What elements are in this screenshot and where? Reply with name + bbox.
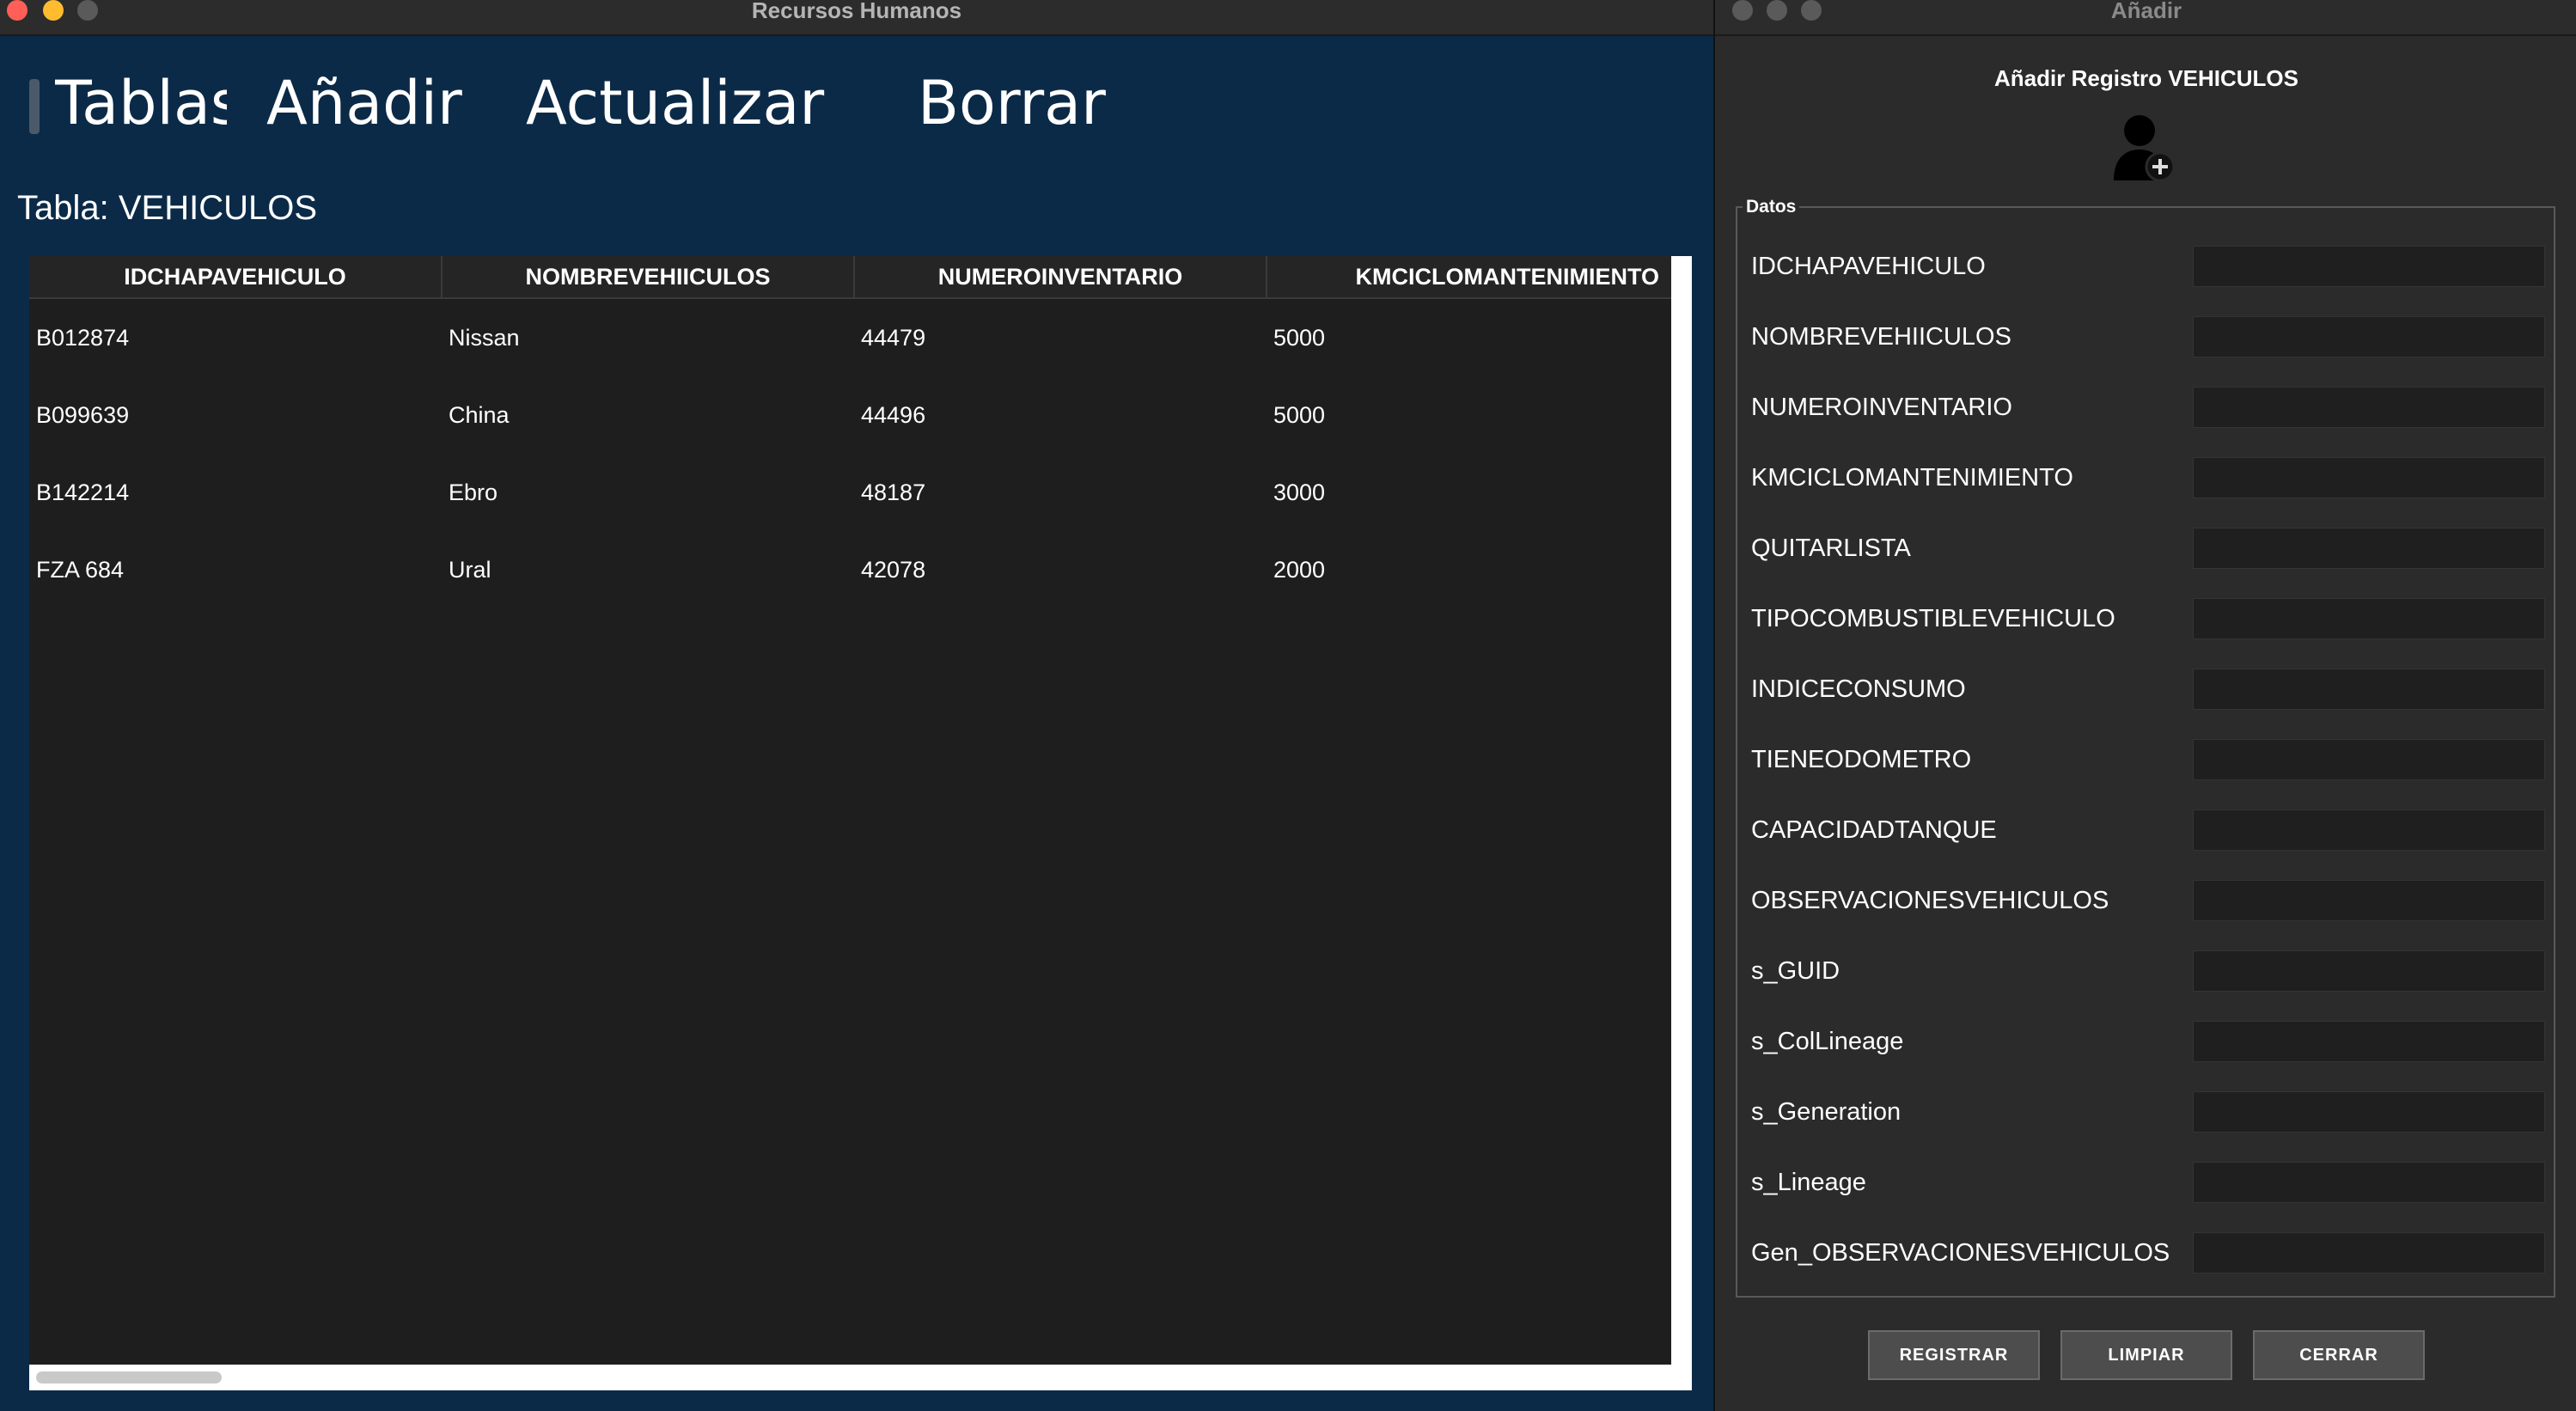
form-row: s_Generation xyxy=(1737,1088,2554,1136)
form-row: OBSERVACIONESVEHICULOS xyxy=(1737,877,2554,925)
register-button[interactable]: REGISTRAR xyxy=(1868,1330,2040,1380)
table-header-row: IDCHAPAVEHICULO NOMBREVEHIICULOS NUMEROI… xyxy=(29,256,1671,299)
field-label: QUITARLISTA xyxy=(1751,534,1911,562)
table-cell: 42078 xyxy=(861,556,926,583)
gen-observacionesvehiculos-field[interactable] xyxy=(2193,1232,2545,1274)
menu-bar: Tablas Añadir Actualizar Borrar xyxy=(0,52,1713,139)
data-table: IDCHAPAVEHICULO NOMBREVEHIICULOS NUMEROI… xyxy=(29,256,1671,1365)
dialog-titlebar: Añadir xyxy=(1715,0,2576,36)
table-cell: Ural xyxy=(449,556,491,583)
dialog-title: Añadir xyxy=(2110,0,2182,23)
tab-scroll-indicator xyxy=(29,79,40,134)
field-label: NOMBREVEHIICULOS xyxy=(1751,323,2011,351)
field-label: TIENEODOMETRO xyxy=(1751,746,1972,773)
column-header[interactable]: NUMEROINVENTARIO xyxy=(854,256,1267,299)
form-row: TIENEODOMETRO xyxy=(1737,736,2554,784)
numeroinventario-field[interactable] xyxy=(2193,387,2545,428)
table-row[interactable]: FZA 684 Ural 42078 2000 xyxy=(29,531,1671,608)
table-cell: 3000 xyxy=(1273,479,1326,505)
column-header[interactable]: IDCHAPAVEHICULO xyxy=(29,256,443,299)
form-row: s_ColLineage xyxy=(1737,1017,2554,1066)
main-window: Recursos Humanos Tablas Añadir Actualiza… xyxy=(0,0,1713,1411)
tieneodometro-field[interactable] xyxy=(2193,739,2545,780)
table-cell: China xyxy=(449,401,510,428)
horizontal-scrollbar[interactable] xyxy=(29,1365,1692,1390)
table-cell: 44479 xyxy=(861,324,926,351)
field-label: s_ColLineage xyxy=(1751,1028,1904,1055)
table-cell: B012874 xyxy=(36,324,130,351)
form-row: NOMBREVEHIICULOS xyxy=(1737,313,2554,361)
data-group: Datos IDCHAPAVEHICULO NOMBREVEHIICULOS N… xyxy=(1736,197,2555,1298)
table-row[interactable]: B142214 Ebro 48187 3000 xyxy=(29,454,1671,531)
tipocombustiblevehiculo-field[interactable] xyxy=(2193,598,2545,639)
kmciclomantenimiento-field[interactable] xyxy=(2193,457,2545,498)
s-generation-field[interactable] xyxy=(2193,1091,2545,1133)
form-row: s_GUID xyxy=(1737,947,2554,995)
table-cell: B142214 xyxy=(36,479,130,505)
window-title: Recursos Humanos xyxy=(751,0,962,23)
menu-item-update[interactable]: Actualizar xyxy=(526,67,824,139)
field-label: CAPACIDADTANQUE xyxy=(1751,816,1997,844)
main-titlebar: Recursos Humanos xyxy=(0,0,1713,36)
form-row: QUITARLISTA xyxy=(1737,524,2554,572)
s-guid-field[interactable] xyxy=(2193,950,2545,992)
table-cell: 5000 xyxy=(1273,401,1326,428)
menu-item-tables[interactable]: Tablas xyxy=(55,67,227,139)
user-add-icon xyxy=(2114,115,2176,182)
menu-item-add[interactable]: Añadir xyxy=(266,67,462,139)
field-label: OBSERVACIONESVEHICULOS xyxy=(1751,887,2109,914)
close-button[interactable]: CERRAR xyxy=(2253,1330,2425,1380)
form-row: Gen_OBSERVACIONESVEHICULOS xyxy=(1737,1229,2554,1277)
form-row: CAPACIDADTANQUE xyxy=(1737,806,2554,854)
column-header[interactable]: NOMBREVEHIICULOS xyxy=(442,256,855,299)
field-label: NUMEROINVENTARIO xyxy=(1751,394,2012,421)
s-lineage-field[interactable] xyxy=(2193,1162,2545,1203)
table-cell: 48187 xyxy=(861,479,926,505)
observacionesvehiculos-field[interactable] xyxy=(2193,880,2545,921)
form-row: NUMEROINVENTARIO xyxy=(1737,383,2554,431)
clear-button[interactable]: LIMPIAR xyxy=(2060,1330,2232,1380)
table-caption: Tabla: VEHICULOS xyxy=(17,189,318,227)
horizontal-scrollbar-thumb[interactable] xyxy=(36,1371,222,1384)
vertical-scrollbar[interactable] xyxy=(1671,256,1692,1366)
table-cell: Nissan xyxy=(449,324,520,351)
table-cell: 2000 xyxy=(1273,556,1326,583)
field-label: IDCHAPAVEHICULO xyxy=(1751,253,1986,280)
nombrevehiiculos-field[interactable] xyxy=(2193,316,2545,357)
indiceconsumo-field[interactable] xyxy=(2193,669,2545,710)
capacidadtanque-field[interactable] xyxy=(2193,809,2545,851)
form-row: KMCICLOMANTENIMIENTO xyxy=(1737,454,2554,502)
field-label: KMCICLOMANTENIMIENTO xyxy=(1751,464,2073,492)
form-row: TIPOCOMBUSTIBLEVEHICULO xyxy=(1737,595,2554,643)
table-row[interactable]: B012874 Nissan 44479 5000 xyxy=(29,298,1671,376)
field-label: TIPOCOMBUSTIBLEVEHICULO xyxy=(1751,605,2115,632)
field-label: s_GUID xyxy=(1751,957,1840,985)
form-row: s_Lineage xyxy=(1737,1158,2554,1206)
field-label: Gen_OBSERVACIONESVEHICULOS xyxy=(1751,1239,2170,1267)
s-collineage-field[interactable] xyxy=(2193,1021,2545,1062)
field-label: INDICECONSUMO xyxy=(1751,675,1966,703)
table-cell: B099639 xyxy=(36,401,130,428)
field-label: s_Generation xyxy=(1751,1098,1901,1126)
idchapavehiculo-field[interactable] xyxy=(2193,246,2545,287)
column-header[interactable]: KMCICLOMANTENIMIENTO xyxy=(1267,256,1671,299)
table-row[interactable]: B099639 China 44496 5000 xyxy=(29,376,1671,454)
form-row: INDICECONSUMO xyxy=(1737,665,2554,713)
table-cell: FZA 684 xyxy=(36,556,125,583)
table-cell: Ebro xyxy=(449,479,498,505)
table-cell: 5000 xyxy=(1273,324,1326,351)
menu-item-delete[interactable]: Borrar xyxy=(918,67,1106,139)
group-legend: Datos xyxy=(1743,197,1800,217)
quitarlista-field[interactable] xyxy=(2193,528,2545,569)
field-label: s_Lineage xyxy=(1751,1169,1866,1196)
table-cell: 44496 xyxy=(861,401,926,428)
form-row: IDCHAPAVEHICULO xyxy=(1737,242,2554,290)
dialog-heading: Añadir Registro VEHICULOS xyxy=(1994,65,2298,91)
add-record-dialog: Añadir Añadir Registro VEHICULOS Datos I… xyxy=(1713,0,2576,1411)
